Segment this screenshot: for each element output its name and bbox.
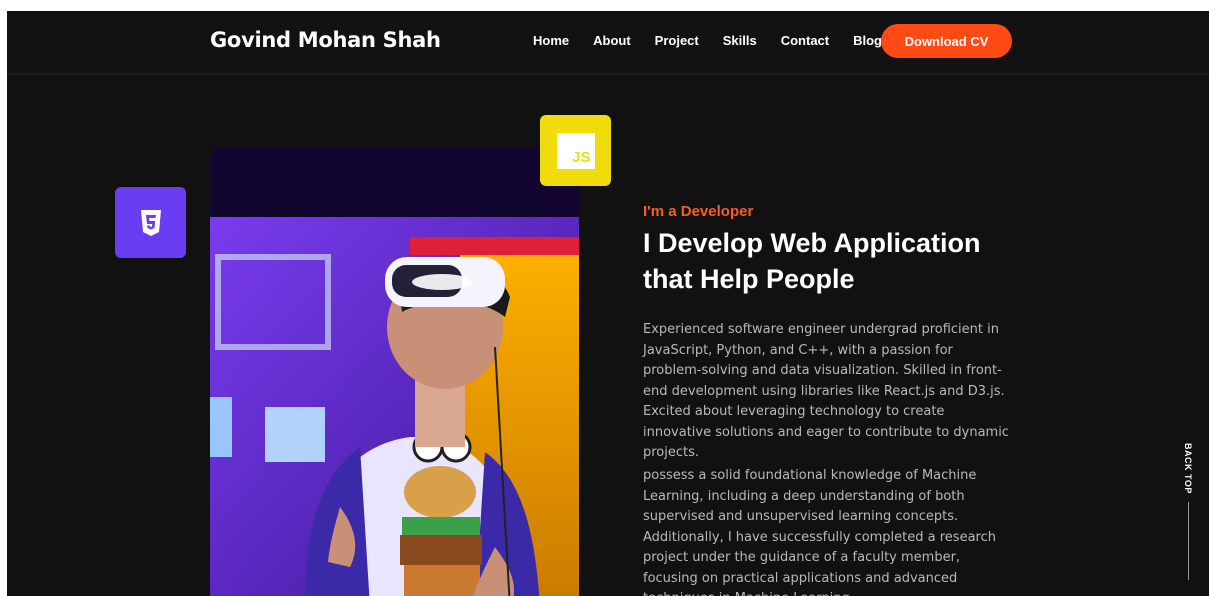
photo-illustration bbox=[210, 147, 579, 596]
hero-headline-line2: that Help People bbox=[643, 264, 855, 294]
page: Govind Mohan Shah Home About Project Ski… bbox=[7, 11, 1209, 596]
back-to-top-button[interactable]: BACK TOP bbox=[1183, 443, 1193, 580]
nav-contact[interactable]: Contact bbox=[781, 33, 829, 48]
hero-headline-line1: I Develop Web Application bbox=[643, 228, 981, 258]
ml-paragraph: possess a solid foundational knowledge o… bbox=[643, 468, 996, 596]
intro-paragraph: Experienced software engineer undergrad … bbox=[643, 322, 1009, 460]
nav-about[interactable]: About bbox=[593, 33, 631, 48]
nav-skills[interactable]: Skills bbox=[723, 33, 757, 48]
nav-project[interactable]: Project bbox=[655, 33, 699, 48]
javascript-icon-inner: JS bbox=[558, 134, 593, 167]
navbar: Govind Mohan Shah Home About Project Ski… bbox=[7, 11, 1209, 75]
person-vr-headset-photo bbox=[210, 147, 579, 596]
role-eyebrow: I'm a Developer bbox=[643, 203, 754, 220]
hero-headline: I Develop Web Application that Help Peop… bbox=[643, 225, 1043, 297]
css3-badge bbox=[115, 187, 186, 258]
javascript-badge: JS bbox=[540, 115, 611, 186]
download-cv-button[interactable]: Download CV bbox=[881, 24, 1012, 58]
javascript-icon: JS bbox=[556, 132, 595, 169]
site-logo[interactable]: Govind Mohan Shah bbox=[210, 28, 441, 52]
back-top-line bbox=[1187, 501, 1189, 580]
javascript-icon-label: JS bbox=[572, 148, 591, 166]
nav-blog[interactable]: Blog bbox=[853, 33, 882, 48]
css3-icon bbox=[140, 209, 161, 236]
back-top-label: BACK TOP bbox=[1183, 443, 1193, 494]
nav-home[interactable]: Home bbox=[533, 33, 569, 48]
main-nav: Home About Project Skills Contact Blog bbox=[533, 33, 906, 48]
